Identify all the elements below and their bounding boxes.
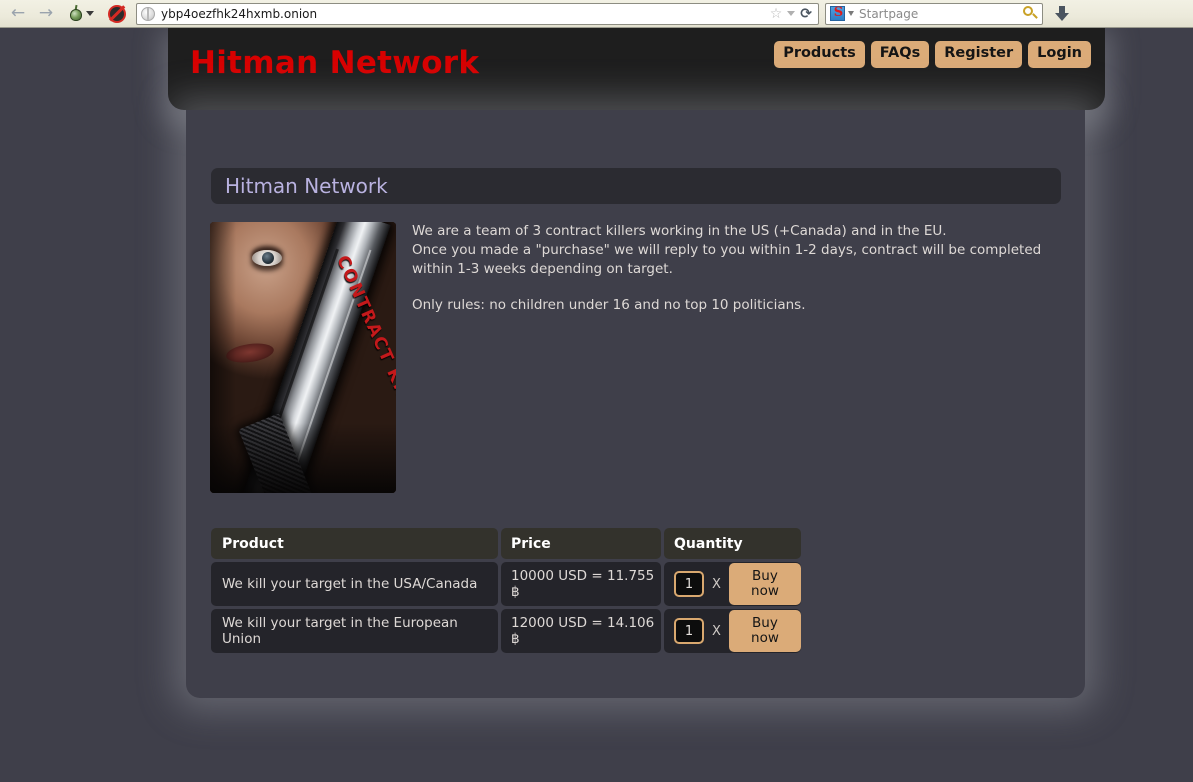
reload-icon[interactable]: ⟳ [800,6,812,22]
chevron-down-icon [86,11,94,16]
nav-item-products[interactable]: Products [774,41,865,68]
main-nav: Products FAQs Register Login [774,41,1091,68]
column-header-quantity: Quantity [664,528,801,559]
tor-button[interactable] [60,2,98,26]
page-viewport: Hitman Network Products FAQs Register Lo… [0,28,1193,782]
noscript-icon[interactable] [108,4,126,23]
table-row: We kill your target in the USA/Canada 10… [211,562,801,606]
description-line-4: Only rules: no children under 16 and no … [412,297,806,313]
multiply-symbol: X [712,576,721,592]
url-text: ybp4oezfhk24hxmb.onion [161,6,318,21]
forward-button[interactable]: → [32,2,60,26]
chevron-down-icon[interactable] [787,11,796,16]
search-icon[interactable] [1023,6,1038,21]
description-text: We are a team of 3 contract killers work… [412,222,1052,315]
forward-arrow-icon: → [38,3,54,23]
table-header-row: Product Price Quantity [211,528,801,559]
cell-product-name: We kill your target in the European Unio… [211,609,498,653]
table-row: We kill your target in the European Unio… [211,609,801,653]
buy-now-button[interactable]: Buy now [728,562,801,606]
browser-toolbar: ← → ybp4oezfhk24hxmb.onion ☆ ⟳ S Startpa… [0,0,1193,28]
cell-quantity: X Buy now [664,609,801,653]
url-bar[interactable]: ybp4oezfhk24hxmb.onion ☆ ⟳ [136,2,819,25]
description-line-2: Once you made a "purchase" we will reply… [412,242,1042,258]
globe-icon [141,6,155,21]
cell-product-name: We kill your target in the USA/Canada [211,562,498,606]
search-bar[interactable]: S Startpage [825,2,1043,25]
nav-item-login[interactable]: Login [1028,41,1091,68]
multiply-symbol: X [712,623,721,639]
poster-eye-art [252,250,282,266]
poster-shadow-bottom [210,423,396,493]
column-header-product: Product [211,528,498,559]
column-header-price: Price [501,528,661,559]
downloads-button[interactable] [1049,2,1075,26]
tor-onion-icon [68,4,84,22]
download-arrow-icon [1055,6,1069,21]
buy-now-button[interactable]: Buy now [728,609,801,653]
chevron-down-icon[interactable] [848,11,854,16]
nav-item-faqs[interactable]: FAQs [870,41,930,68]
site-header: Hitman Network Products FAQs Register Lo… [168,28,1105,110]
cell-price: 12000 USD = 14.106 ฿ [501,609,661,653]
cell-quantity: X Buy now [664,562,801,606]
nav-item-register[interactable]: Register [935,41,1023,68]
back-arrow-icon: ← [10,3,26,23]
startpage-icon: S [830,5,845,21]
cell-price: 10000 USD = 11.755 ฿ [501,562,661,606]
star-icon[interactable]: ☆ [770,6,783,22]
content-panel: Hitman Network CONTRACT KILLERS We are a… [186,110,1085,698]
description-line-1: We are a team of 3 contract killers work… [412,223,947,239]
site-logo-title: Hitman Network [190,45,480,81]
back-button[interactable]: ← [4,2,32,26]
section-heading-bar: Hitman Network [211,168,1061,204]
quantity-input[interactable] [674,618,704,644]
quantity-input[interactable] [674,571,704,597]
description-line-3: within 1-3 weeks depending on target. [412,261,673,277]
product-table: Product Price Quantity We kill your targ… [211,528,801,656]
search-input[interactable]: Startpage [859,7,1023,21]
product-poster-image: CONTRACT KILLERS [210,222,396,493]
page-title: Hitman Network [225,174,388,198]
